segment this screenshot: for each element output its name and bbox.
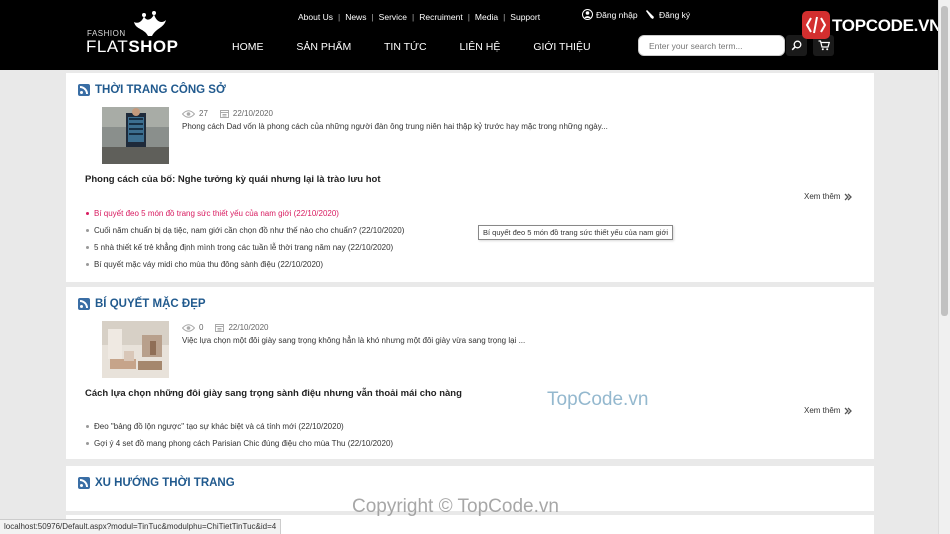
watermark-copyright: Copyright © TopCode.vn <box>352 496 559 517</box>
list-item[interactable]: 5 nhà thiết kế trẻ khẳng định mình trong… <box>86 239 404 256</box>
list-item[interactable]: Gợi ý 4 set đồ mang phong cách Parisian … <box>86 435 393 452</box>
top-link-news[interactable]: News <box>345 12 366 22</box>
article-headline[interactable]: Phong cách của bố: Nghe tưởng kỳ quái nh… <box>85 174 381 185</box>
nav-news[interactable]: TIN TỨC <box>384 41 427 53</box>
separator: | <box>337 12 341 22</box>
register-label: Đăng ký <box>659 9 691 20</box>
article-thumbnail[interactable] <box>102 107 169 164</box>
double-chevron-right-icon <box>845 193 853 200</box>
article-meta: 27 22/10/2020 <box>182 109 273 118</box>
list-item[interactable]: Bí quyết đeo 5 món đồ trang sức thiết yế… <box>86 205 404 222</box>
topcode-logo-icon <box>802 11 830 39</box>
register-link[interactable]: Đăng ký <box>645 9 690 20</box>
login-link[interactable]: Đăng nhập <box>582 9 638 20</box>
article-date: 22/10/2020 <box>228 323 269 332</box>
topcode-badge: TOPCODE.VN <box>802 8 941 42</box>
logo-brand: FLATSHOP <box>86 37 179 57</box>
view-count: 27 <box>199 109 208 118</box>
rss-icon <box>78 477 90 489</box>
eye-icon <box>182 109 195 118</box>
section-title[interactable]: THỜI TRANG CÔNG SỞ <box>95 84 226 96</box>
article-excerpt: Việc lựa chọn một đôi giày sang trọng kh… <box>182 336 526 345</box>
rss-icon <box>78 84 90 96</box>
calendar-icon <box>215 324 225 332</box>
top-nav: About Us | News | Service | Recruiment | Media | S… <box>298 12 540 22</box>
related-links: Bí quyết đeo 5 món đồ trang sức thiết yế… <box>86 205 404 273</box>
list-item[interactable]: Cuối năm chuẩn bị dạ tiệc, nam giới cần … <box>86 222 404 239</box>
section-office-fashion: THỜI TRANG CÔNG SỞ 27 22/10/2020 Phong c… <box>66 73 874 282</box>
login-label: Đăng nhập <box>596 9 638 20</box>
section-dress-tips: BÍ QUYẾT MẶC ĐẸP 0 22/10/2020 Việc lựa c… <box>66 287 874 459</box>
related-links: Đeo "bảng đồ lộn ngược" tạo sự khác biệt… <box>86 418 393 452</box>
main-nav: HOME SẢN PHẨM TIN TỨC LIÊN HỆ GIỚI THIỆU <box>232 41 621 53</box>
nav-products[interactable]: SẢN PHẨM <box>296 41 351 53</box>
scrollbar-thumb[interactable] <box>941 6 948 316</box>
article-excerpt: Phong cách Dad vốn là phong cách của nhữ… <box>182 122 608 131</box>
logo-brand-light: FLAT <box>86 37 129 56</box>
site-header: FASHION FLATSHOP About Us | News | Service | R… <box>0 0 950 70</box>
view-count: 0 <box>199 323 204 332</box>
section-title-row: XU HƯỚNG THỜI TRANG <box>78 477 235 489</box>
separator: | <box>503 12 506 22</box>
double-chevron-right-icon <box>845 407 853 414</box>
section-title[interactable]: BÍ QUYẾT MẶC ĐẸP <box>95 298 206 310</box>
link-tooltip: Bí quyết đeo 5 món đồ trang sức thiết yế… <box>478 225 674 240</box>
see-more-label: Xem thêm <box>804 192 841 201</box>
user-icon <box>582 9 593 20</box>
see-more-label: Xem thêm <box>804 406 841 415</box>
nav-contact[interactable]: LIÊN HỆ <box>460 41 501 53</box>
see-more-link[interactable]: Xem thêm <box>804 192 853 201</box>
section-title-row: THỜI TRANG CÔNG SỞ <box>78 84 226 96</box>
top-link-recruitment[interactable]: Recruiment <box>419 12 462 22</box>
article-thumbnail[interactable] <box>102 321 169 378</box>
top-link-service[interactable]: Service <box>379 12 407 22</box>
watermark-center: TopCode.vn <box>547 389 649 410</box>
article-date: 22/10/2020 <box>232 109 273 118</box>
calendar-icon <box>219 110 229 118</box>
list-item[interactable]: Bí quyết mặc váy midi cho mùa thu đông s… <box>86 256 404 273</box>
separator: | <box>412 12 415 22</box>
pen-icon <box>646 10 654 19</box>
see-more-link[interactable]: Xem thêm <box>804 406 853 415</box>
top-link-about[interactable]: About Us <box>298 12 333 22</box>
logo-brand-bold: SHOP <box>128 37 179 56</box>
search-input[interactable] <box>638 35 785 56</box>
section-title-row: BÍ QUYẾT MẶC ĐẸP <box>78 298 206 310</box>
eye-icon <box>182 323 195 332</box>
section-title[interactable]: XU HƯỚNG THỜI TRANG <box>95 477 235 489</box>
separator: | <box>371 12 374 22</box>
nav-home[interactable]: HOME <box>232 41 264 53</box>
rss-icon <box>78 298 90 310</box>
separator: | <box>467 12 470 22</box>
search-icon <box>791 40 802 51</box>
list-item[interactable]: Đeo "bảng đồ lộn ngược" tạo sự khác biệt… <box>86 418 393 435</box>
article-meta: 0 22/10/2020 <box>182 323 269 332</box>
top-link-support[interactable]: Support <box>510 12 540 22</box>
article-headline[interactable]: Cách lựa chọn những đôi giày sang trọng … <box>85 388 462 399</box>
top-link-media[interactable]: Media <box>475 12 498 22</box>
site-logo[interactable]: FASHION FLATSHOP <box>86 10 179 60</box>
browser-status-url: localhost:50976/Default.aspx?modul=TinTu… <box>0 519 282 534</box>
nav-about[interactable]: GIỚI THIỆU <box>533 41 590 53</box>
flourish-icon <box>134 11 166 36</box>
topcode-badge-text: TOPCODE.VN <box>832 16 942 35</box>
